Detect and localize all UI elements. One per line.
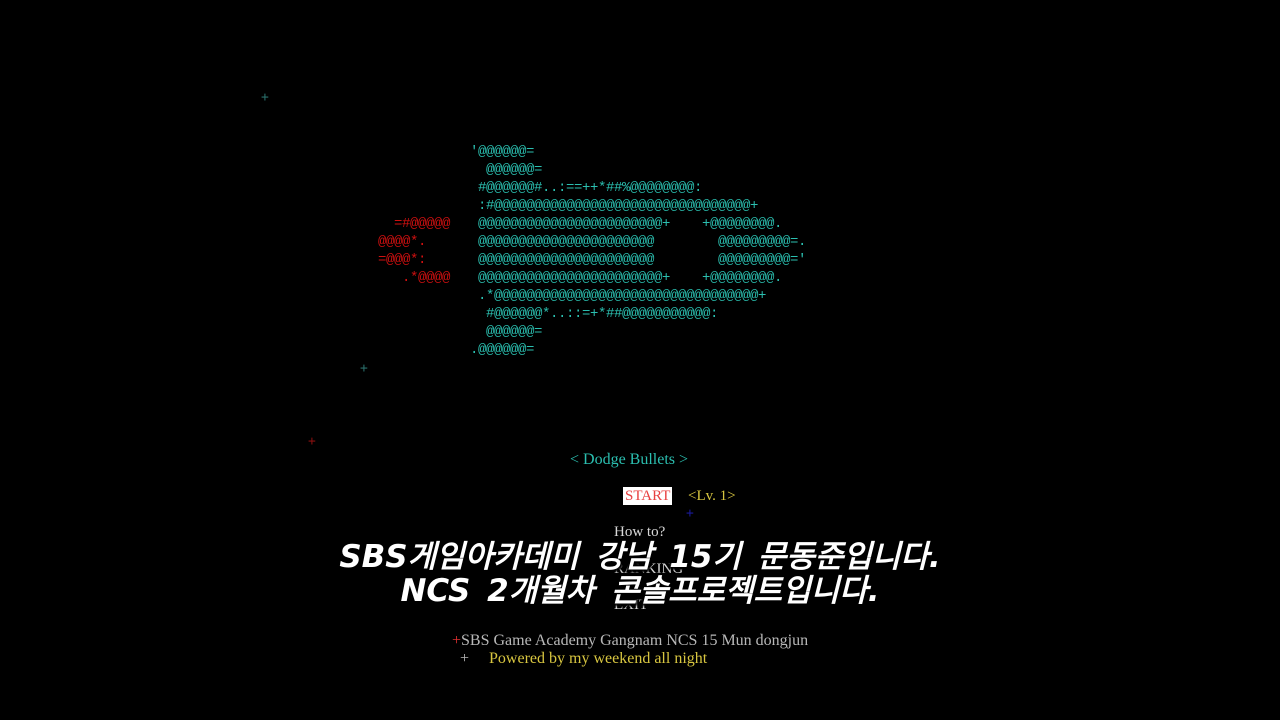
credit-author-text: SBS Game Academy Gangnam NCS 15 Mun dong… bbox=[461, 632, 809, 649]
background-star: + bbox=[261, 90, 269, 105]
credit-tagline-text: Powered by my weekend all night bbox=[469, 650, 708, 667]
game-title: < Dodge Bullets > bbox=[570, 451, 689, 468]
level-selector[interactable]: <Lv. 1> bbox=[688, 487, 736, 505]
start-menu-item[interactable]: START bbox=[623, 487, 673, 505]
spaceship-ascii: '@@@@@@= @@@@@@= #@@@@@@#..:==++*##%@@@@… bbox=[470, 144, 807, 358]
credit-plus-marker: + bbox=[452, 632, 462, 649]
ship-exhaust-ascii: =#@@@@@ @@@@*. =@@@*: .*@@@@ bbox=[378, 216, 451, 286]
background-star: + bbox=[686, 506, 694, 521]
video-subtitle-line-2: NCS 2개월차 콘솔프로젝트입니다. bbox=[400, 573, 880, 609]
credit-line-author: +SBS Game Academy Gangnam NCS 15 Mun don… bbox=[452, 632, 808, 650]
background-star: + bbox=[308, 434, 316, 449]
credit-line-tagline: + Powered by my weekend all night bbox=[460, 650, 707, 668]
video-subtitle-line-1: SBS게임아카데미 강남 15기 문동준입니다. bbox=[339, 539, 941, 575]
background-star: + bbox=[360, 361, 368, 376]
credit-plus-marker: + bbox=[460, 650, 470, 667]
game-screen: =#@@@@@ @@@@*. =@@@*: .*@@@@ '@@@@@@= @@… bbox=[0, 0, 1280, 720]
